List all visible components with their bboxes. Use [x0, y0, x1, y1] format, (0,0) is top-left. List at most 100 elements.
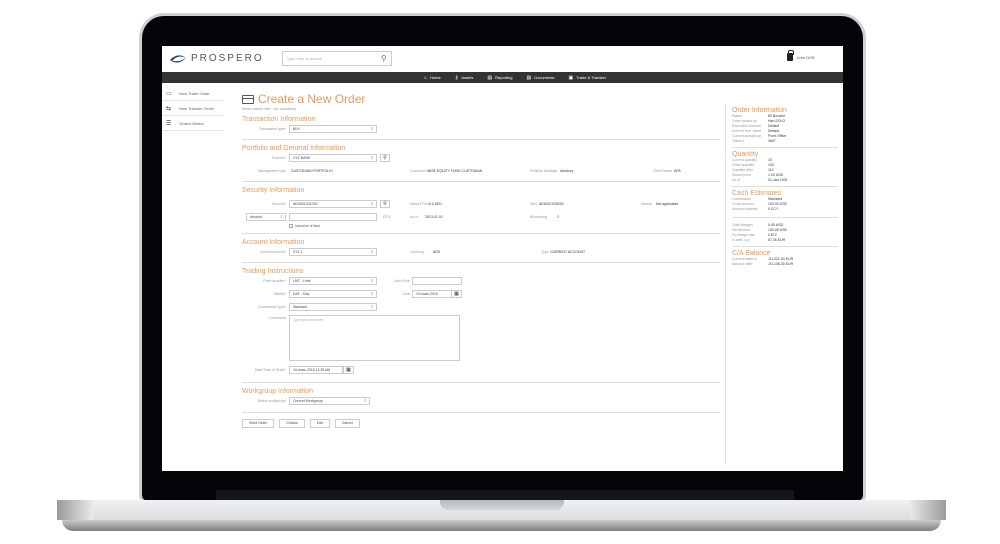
logo-icon — [170, 54, 186, 63]
limit-price-input[interactable] — [412, 277, 462, 285]
commission-type-label: Commission type* — [257, 305, 286, 309]
laptop-base-edge-left — [57, 500, 93, 520]
portfolio-search-button[interactable]: ⚲ — [380, 154, 390, 162]
lock-icon — [786, 50, 794, 61]
summary-value: 0 CCY — [768, 207, 779, 211]
summary-row: In settl. ccy 87.26 EUR — [732, 238, 838, 243]
brand-name: PROSPERO — [191, 53, 264, 64]
order-information-list: Status 80 Booked Order locked by Han SOLO Ex… — [732, 114, 838, 144]
transaction-type-select[interactable]: BUY — [289, 125, 377, 133]
divider — [242, 139, 720, 140]
page-header: Create a New Order — [242, 92, 720, 106]
amount-input[interactable] — [289, 213, 377, 221]
portfolio-select[interactable]: XYZ BANK — [289, 154, 377, 162]
search-icon[interactable]: ⚲ — [381, 54, 387, 63]
sidebar: ▭ New Trade Order ⇆ New Transfer Order ☰ Or… — [162, 86, 224, 131]
ca-balance-title: C/A Balance — [732, 250, 771, 257]
laptop-base-lip — [62, 520, 941, 531]
calendar-icon: ▦ — [346, 367, 351, 373]
cash-totals-list: Total charges 0.05 USD Net amount 100.05 US… — [732, 223, 838, 243]
nav-label: Reporting — [495, 75, 513, 80]
security-label: Security* — [271, 202, 286, 206]
summary-key: In settl. ccy — [732, 238, 750, 242]
price-qualifier-row: Price qualifier* LMT - Limit Limit Price — [242, 277, 720, 288]
commission-type-select[interactable]: Standard — [289, 303, 377, 311]
bloomberg-label: Bloomberg — [530, 215, 547, 219]
current-account-select[interactable]: XYZ 1 — [289, 248, 377, 256]
page-title: Create a New Order — [258, 92, 366, 106]
search-placeholder: Type here to search — [286, 56, 323, 61]
calendar-button[interactable]: ▦ — [343, 366, 354, 374]
sidebar-item-label: New Trade Order — [179, 90, 210, 96]
workgroup-select[interactable]: Current Workgroup — [289, 397, 370, 405]
summary-key: Balance after — [732, 262, 753, 266]
summary-key: Accrued interest — [732, 207, 758, 211]
action-buttons: Send Order Checks Edit Cancel — [242, 419, 720, 428]
checks-button[interactable]: Checks — [279, 419, 305, 428]
security-select[interactable]: AEA001201030 — [289, 200, 377, 208]
price-qualifier-select[interactable]: LMT - Limit — [289, 277, 377, 285]
commission-row: Commission type* Standard — [242, 303, 720, 314]
key-icon: ⚷ — [454, 74, 459, 81]
security-search-button[interactable]: ⚲ — [380, 200, 390, 208]
nav-assets[interactable]: ⚷ Assets — [455, 75, 474, 81]
user-menu[interactable]: John DOE — [786, 50, 815, 61]
section-title-workgroup: Workgroup Information — [242, 388, 314, 395]
nav-reporting[interactable]: ▤ Reporting — [487, 75, 512, 81]
summary-key: As of — [732, 178, 740, 182]
portfolio-manager-label: Portfolio Manager — [530, 169, 558, 173]
order-datetime-input[interactable]: 19-mars-2015 11:35 AM — [289, 366, 343, 374]
ccy-label: CCY — [383, 215, 391, 219]
management-type-label: Management type — [257, 169, 286, 173]
amount-type-select[interactable]: Amount — [246, 213, 286, 221]
nav-documents[interactable]: ▤ Documents — [526, 75, 554, 81]
nav-trade-transfer[interactable]: ▣ Trade & Transfer — [568, 75, 606, 81]
search-input[interactable]: Type here to search ⚲ — [281, 51, 392, 66]
market-price-label: Market Price — [410, 202, 430, 206]
send-order-button[interactable]: Send Order — [242, 419, 275, 428]
order-datetime-label: Date/Time of Order* — [254, 368, 286, 372]
currency-label: Currency — [410, 250, 425, 254]
market-price-value: 2.0 AED — [429, 202, 442, 206]
client-name-label: Client Name — [653, 169, 673, 173]
sidebar-item-new-trade-order[interactable]: ▭ New Trade Order — [162, 86, 224, 101]
calendar-icon: ▦ — [454, 291, 459, 297]
nav-home[interactable]: ⌂ Home — [424, 75, 441, 81]
bloomberg-value: 2 — [557, 215, 559, 219]
search-icon: ⚲ — [383, 201, 387, 207]
summary-row: Ticket # 3697 — [732, 139, 838, 144]
cancel-button[interactable]: Cancel — [334, 419, 360, 428]
divider — [242, 181, 720, 182]
until-date-input[interactable]: 19-mars-2015 — [412, 290, 452, 298]
inclusive-fees-checkbox[interactable]: Inclusive of fees — [289, 224, 320, 228]
briefcase-icon: ▣ — [568, 74, 574, 81]
logo[interactable]: PROSPERO — [168, 53, 264, 64]
section-title-trading: Trading Instructions — [242, 268, 304, 275]
laptop-base-edge-right — [910, 500, 946, 520]
comments-textarea[interactable]: Type your text here — [289, 315, 460, 361]
cash-estimates-list: Commission Standard Gross amount 100.00 USD… — [732, 197, 838, 212]
main-nav: ⌂ Home ⚷ Assets ▤ Reporting ▤ Documents ▣ Tra… — [162, 72, 843, 83]
validity-select[interactable]: DAY - Day — [289, 290, 377, 298]
summary-row: Accrued interest 0 CCY — [732, 207, 838, 212]
order-information-title: Order Information — [732, 107, 787, 114]
home-icon: ⌂ — [424, 74, 428, 81]
comments-row: Comments Type your text here — [242, 315, 720, 363]
validity-label: Validity* — [273, 292, 286, 296]
custodian-value: WISE EQUITY FUND CUSTODIAN — [427, 169, 483, 173]
sidebar-item-new-transfer-order[interactable]: ⇆ New Transfer Order — [162, 101, 224, 116]
isin-value: AEA001203030 — [539, 202, 564, 206]
transaction-row: Transaction type* BUY — [242, 125, 720, 136]
section-title-account: Account Information — [242, 239, 305, 246]
sidebar-item-orders-blotter[interactable]: ☰ Orders Blotter — [162, 116, 224, 131]
ca-balance-list: Current balance -51,021.04 EUR Balance aft… — [732, 257, 838, 267]
user-name: John DOE — [796, 54, 815, 60]
edit-button[interactable]: Edit — [309, 419, 330, 428]
checkbox-label: Inclusive of fees — [295, 224, 321, 228]
portfolio-manager-value: Advisory — [560, 169, 574, 173]
market-label: Market — [641, 202, 652, 206]
validity-row: Validity* DAY - Day Until 19-mars-2015 ▦ — [242, 290, 720, 301]
account-row: Current account* XYZ 1 Currency AED Type… — [242, 248, 720, 259]
calendar-button[interactable]: ▦ — [451, 290, 462, 298]
price-qualifier-label: Price qualifier* — [263, 279, 286, 283]
